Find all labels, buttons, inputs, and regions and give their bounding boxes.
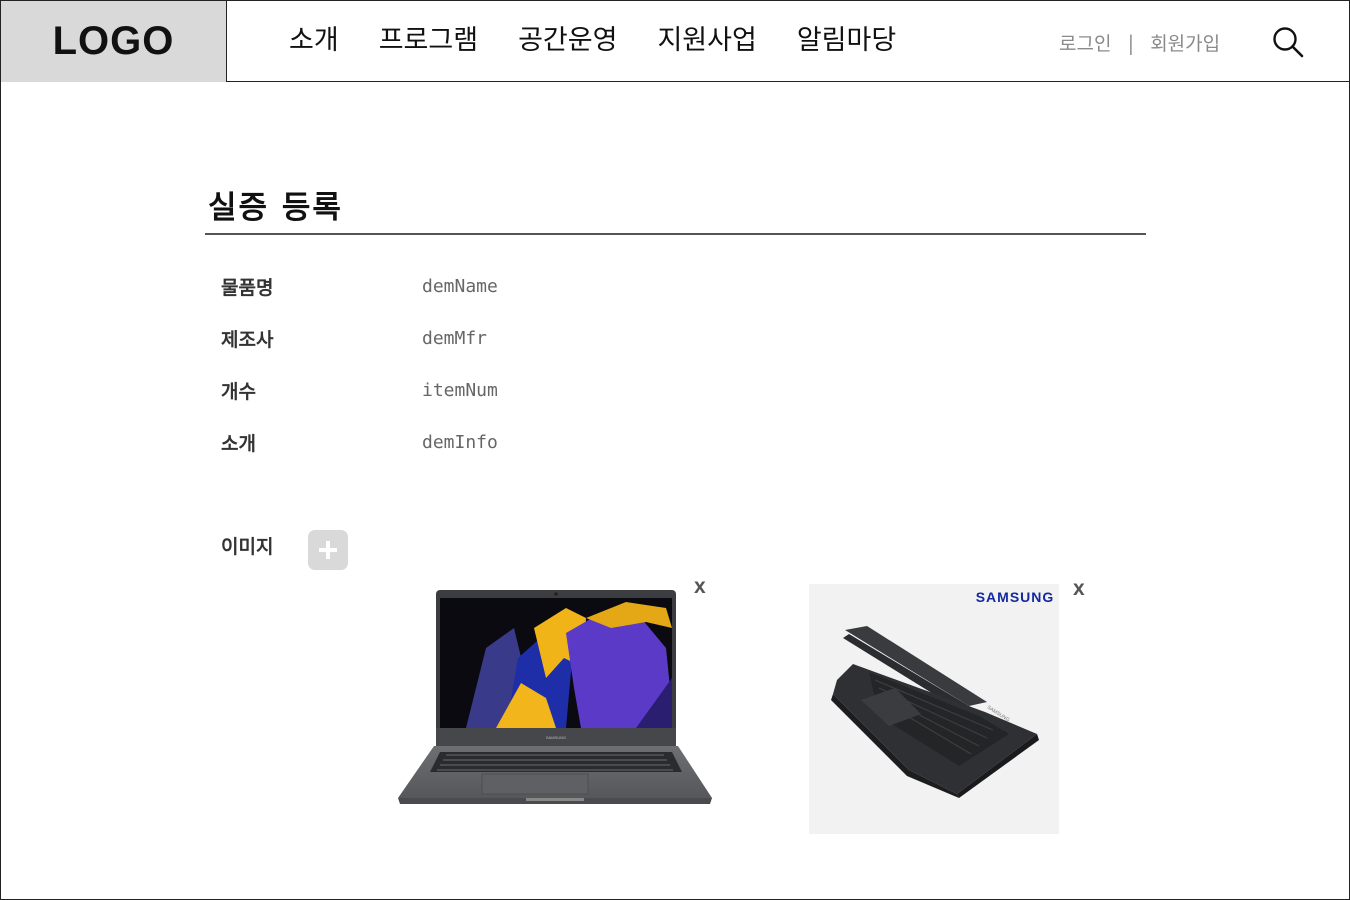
logo[interactable]: LOGO (1, 1, 227, 82)
field-label-count: 개수 (221, 380, 256, 403)
nav-item-support[interactable]: 지원사업 (657, 21, 756, 61)
field-label-manufacturer: 제조사 (221, 328, 274, 351)
remove-image-1-button[interactable]: x (694, 575, 706, 599)
remove-image-2-button[interactable]: x (1073, 577, 1085, 601)
search-button[interactable] (1271, 25, 1305, 59)
laptop-angled-image: SAMSUNG SAMSUNG (831, 589, 1055, 798)
intro-input[interactable] (422, 431, 822, 453)
page-title: 실증 등록 (208, 190, 343, 226)
field-row-manufacturer: 제조사 (221, 323, 822, 353)
image-thumbnail-1: SAMSUNG (396, 588, 716, 808)
nav-item-programs[interactable]: 프로그램 (379, 21, 478, 61)
plus-icon (319, 541, 337, 559)
image-thumbnail-2: SAMSUNG SAMSUNG (809, 584, 1059, 834)
item-name-input[interactable] (422, 275, 822, 297)
field-row-name: 물품명 (221, 271, 822, 301)
nav-item-space[interactable]: 공간운영 (518, 21, 617, 61)
title-divider (205, 233, 1146, 235)
field-label-intro: 소개 (221, 432, 256, 455)
nav-item-about[interactable]: 소개 (289, 21, 339, 61)
field-row-count: 개수 (221, 375, 822, 405)
main-nav: 소개 프로그램 공간운영 지원사업 알림마당 (289, 21, 936, 61)
login-link[interactable]: 로그인 (1059, 29, 1111, 56)
signup-link[interactable]: 회원가입 (1150, 29, 1220, 56)
svg-text:SAMSUNG: SAMSUNG (546, 735, 566, 740)
laptop-front-image: SAMSUNG (398, 590, 712, 804)
site-header: LOGO 소개 프로그램 공간운영 지원사업 알림마당 로그인 | 회원가입 (0, 0, 1350, 82)
manufacturer-input[interactable] (422, 327, 822, 349)
item-count-input[interactable] (422, 379, 822, 401)
add-image-button[interactable] (308, 530, 348, 570)
image-label: 이미지 (221, 536, 274, 558)
field-label-name: 물품명 (221, 276, 274, 299)
samsung-brand-text: SAMSUNG (976, 589, 1055, 605)
nav-item-notices[interactable]: 알림마당 (797, 21, 896, 61)
field-row-intro: 소개 (221, 427, 822, 457)
auth-links: 로그인 | 회원가입 (1059, 29, 1220, 56)
auth-separator: | (1127, 30, 1135, 55)
search-icon (1273, 27, 1304, 58)
